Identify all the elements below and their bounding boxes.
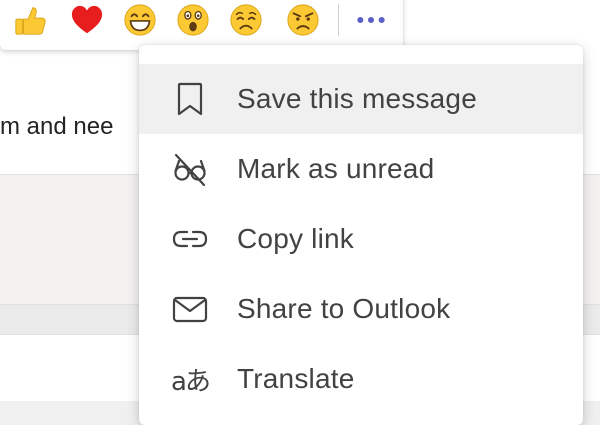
menu-item-label: Share to Outlook [237,293,451,324]
menu-item-translate[interactable]: aあ Translate [139,344,583,414]
link-icon [170,219,210,259]
message-text: m and nee [0,113,114,140]
menu-item-copy-link[interactable]: Copy link [139,204,583,274]
menu-item-save-message[interactable]: Save this message [139,64,583,134]
reaction-heart-button[interactable] [69,2,105,38]
eye-off-icon [170,149,210,189]
reaction-laugh-button[interactable] [122,2,158,38]
menu-item-mark-unread[interactable]: Mark as unread [139,134,583,204]
menu-item-label: Copy link [237,223,354,254]
message-context-menu: Save this message Mark as unread Copy li… [139,45,583,425]
menu-item-label: Mark as unread [237,153,435,184]
bookmark-icon [170,79,210,119]
translate-icon: aあ [171,366,211,397]
reaction-sad-button[interactable] [228,2,264,38]
thumbs-up-icon [15,7,46,35]
laughing-face-icon [124,4,156,36]
angry-face-icon [287,4,319,36]
reaction-angry-button[interactable] [285,2,321,38]
reaction-bar [0,0,403,50]
menu-item-share-outlook[interactable]: Share to Outlook [139,274,583,344]
reaction-surprised-button[interactable] [175,2,211,38]
surprised-face-icon [177,4,209,36]
more-options-icon [357,16,385,24]
reaction-like-button[interactable] [12,2,48,38]
more-options-button[interactable] [349,0,393,40]
menu-item-label: Save this message [237,83,477,114]
reaction-bar-divider [338,4,339,36]
menu-item-label: Translate [237,363,355,394]
mail-icon [170,289,210,329]
heart-icon [71,5,103,34]
sad-face-icon [230,4,262,36]
